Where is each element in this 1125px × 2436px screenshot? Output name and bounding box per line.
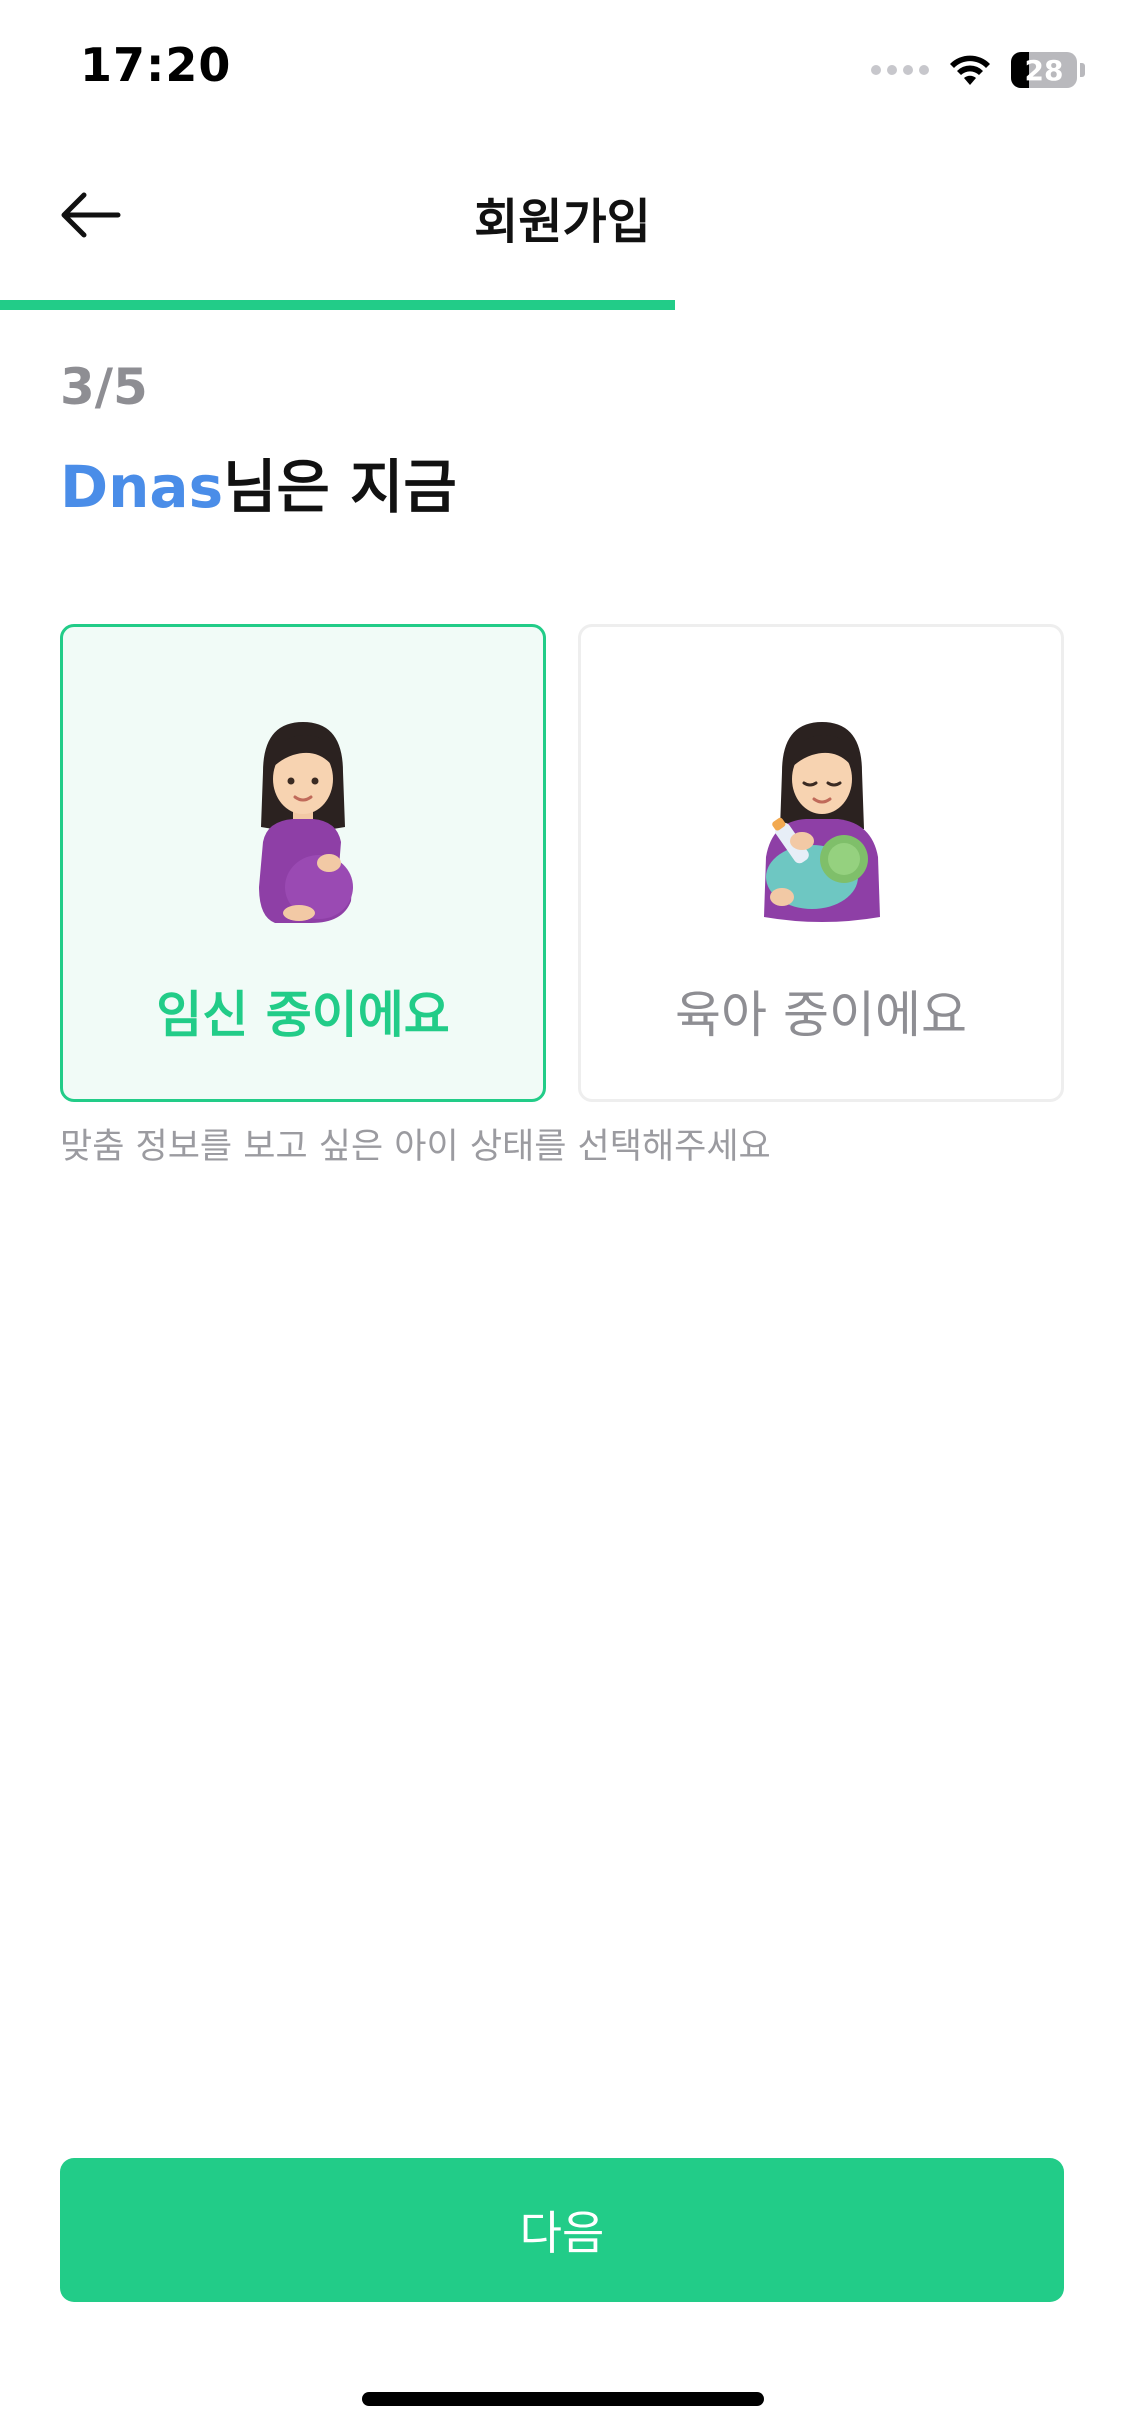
heading-suffix: 님은 지금 (223, 453, 457, 521)
battery-level: 28 (1024, 53, 1064, 87)
question-heading: Dnas님은 지금 (60, 440, 457, 524)
battery-icon: 28 (1011, 52, 1077, 88)
option-pregnant-label: 임신 중이에요 (156, 986, 450, 1044)
selection-hint: 맞춤 정보를 보고 싶은 아이 상태를 선택해주세요 (60, 1127, 771, 1167)
status-time: 17:20 (80, 38, 232, 92)
breastfeeding-woman-icon (581, 717, 1061, 927)
status-icons: 28 (871, 48, 1085, 92)
next-button[interactable]: 다음 (60, 2158, 1064, 2302)
pregnant-woman-icon (63, 717, 543, 927)
home-indicator[interactable] (362, 2392, 764, 2406)
next-button-label: 다음 (519, 2206, 605, 2260)
progress-fill (0, 300, 675, 310)
page-title: 회원가입 (474, 194, 651, 250)
signup-progress-bar (0, 300, 1125, 310)
wifi-icon (950, 55, 990, 85)
signup-screen: 17:20 28 회원가입 3/5 Dnas님은 지금 임신 중이에요 육아 중… (0, 0, 1125, 2436)
step-indicator: 3/5 (60, 358, 148, 416)
option-parenting-label: 육아 중이에요 (675, 986, 967, 1044)
user-name: Dnas (60, 453, 224, 521)
option-pregnant-card[interactable]: 임신 중이에요 (60, 624, 546, 1102)
cellular-signal-icon (871, 65, 929, 75)
option-parenting-card[interactable]: 육아 중이에요 (578, 624, 1064, 1102)
